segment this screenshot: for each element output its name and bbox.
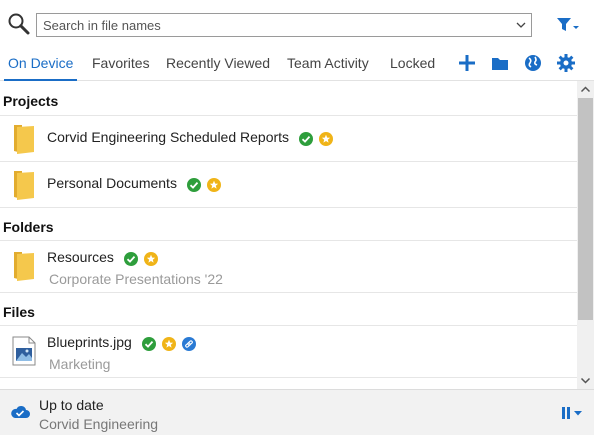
badges	[298, 130, 335, 147]
top-bar	[0, 0, 594, 46]
badges	[186, 176, 223, 193]
item-subtitle: Corporate Presentations '22	[49, 271, 223, 287]
vertical-scrollbar[interactable]	[577, 81, 594, 389]
synced-check-icon	[186, 178, 201, 193]
item-name: Personal Documents	[47, 175, 177, 191]
list-item[interactable]: Corvid Engineering Scheduled Reports	[0, 116, 577, 161]
folder-icon	[14, 125, 34, 154]
favorite-star-icon	[318, 132, 333, 147]
item-subtitle: Marketing	[49, 356, 111, 372]
chevron-down-icon[interactable]	[515, 19, 527, 31]
favorite-star-icon	[206, 178, 221, 193]
scroll-up-arrow-icon[interactable]	[577, 81, 594, 98]
sync-status-title: Up to date	[39, 397, 104, 413]
cloud-sync-icon	[11, 405, 30, 418]
folder-icon[interactable]	[490, 53, 510, 73]
tab-on-device[interactable]: On Device	[4, 46, 78, 81]
tab-team-activity[interactable]: Team Activity	[283, 46, 373, 80]
tab-favorites[interactable]: Favorites	[88, 46, 154, 80]
tab-bar: On Device Favorites Recently Viewed Team…	[0, 46, 594, 81]
item-name: Blueprints.jpg	[47, 334, 132, 350]
search-icon[interactable]	[6, 11, 32, 37]
badges	[141, 335, 198, 352]
scroll-down-arrow-icon[interactable]	[577, 372, 594, 389]
search-input[interactable]	[37, 14, 513, 36]
pause-sync-icon[interactable]	[560, 406, 586, 420]
section-heading-folders: Folders	[3, 219, 54, 235]
favorite-star-icon	[143, 252, 158, 267]
synced-check-icon	[123, 252, 138, 267]
folder-icon	[14, 252, 34, 281]
item-name: Corvid Engineering Scheduled Reports	[47, 129, 290, 145]
synced-check-icon	[298, 132, 313, 147]
synced-check-icon	[141, 337, 156, 352]
badges	[123, 250, 160, 267]
search-box[interactable]	[36, 13, 532, 37]
item-name-row: Personal Documents	[47, 175, 223, 193]
item-name-row: Blueprints.jpg	[47, 334, 198, 352]
add-icon[interactable]	[457, 53, 477, 73]
list-item[interactable]: Blueprints.jpg Marketing	[0, 326, 577, 377]
item-name-row: Resources	[47, 249, 160, 267]
folder-icon	[14, 171, 34, 200]
status-bar: Up to date Corvid Engineering	[0, 389, 594, 435]
scrollbar-thumb[interactable]	[578, 98, 593, 320]
gear-icon[interactable]	[556, 53, 576, 73]
divider	[0, 377, 577, 378]
image-file-icon	[12, 336, 36, 366]
item-name: Resources	[47, 249, 114, 265]
list-item[interactable]: Personal Documents	[0, 162, 577, 207]
divider	[0, 292, 577, 293]
section-heading-files: Files	[3, 304, 35, 320]
globe-icon[interactable]	[523, 53, 543, 73]
sync-status-subtitle: Corvid Engineering	[39, 416, 159, 432]
tab-recently-viewed[interactable]: Recently Viewed	[162, 46, 274, 80]
link-icon	[181, 337, 196, 352]
divider	[0, 207, 577, 208]
section-heading-projects: Projects	[3, 93, 59, 109]
favorite-star-icon	[161, 337, 176, 352]
tab-locked[interactable]: Locked	[386, 46, 439, 80]
item-name-row: Corvid Engineering Scheduled Reports	[47, 129, 335, 147]
file-list: Projects Corvid Engineering Scheduled Re…	[0, 81, 577, 389]
list-item[interactable]: Resources Corporate Presentations '22	[0, 241, 577, 292]
filter-icon[interactable]	[554, 13, 582, 37]
